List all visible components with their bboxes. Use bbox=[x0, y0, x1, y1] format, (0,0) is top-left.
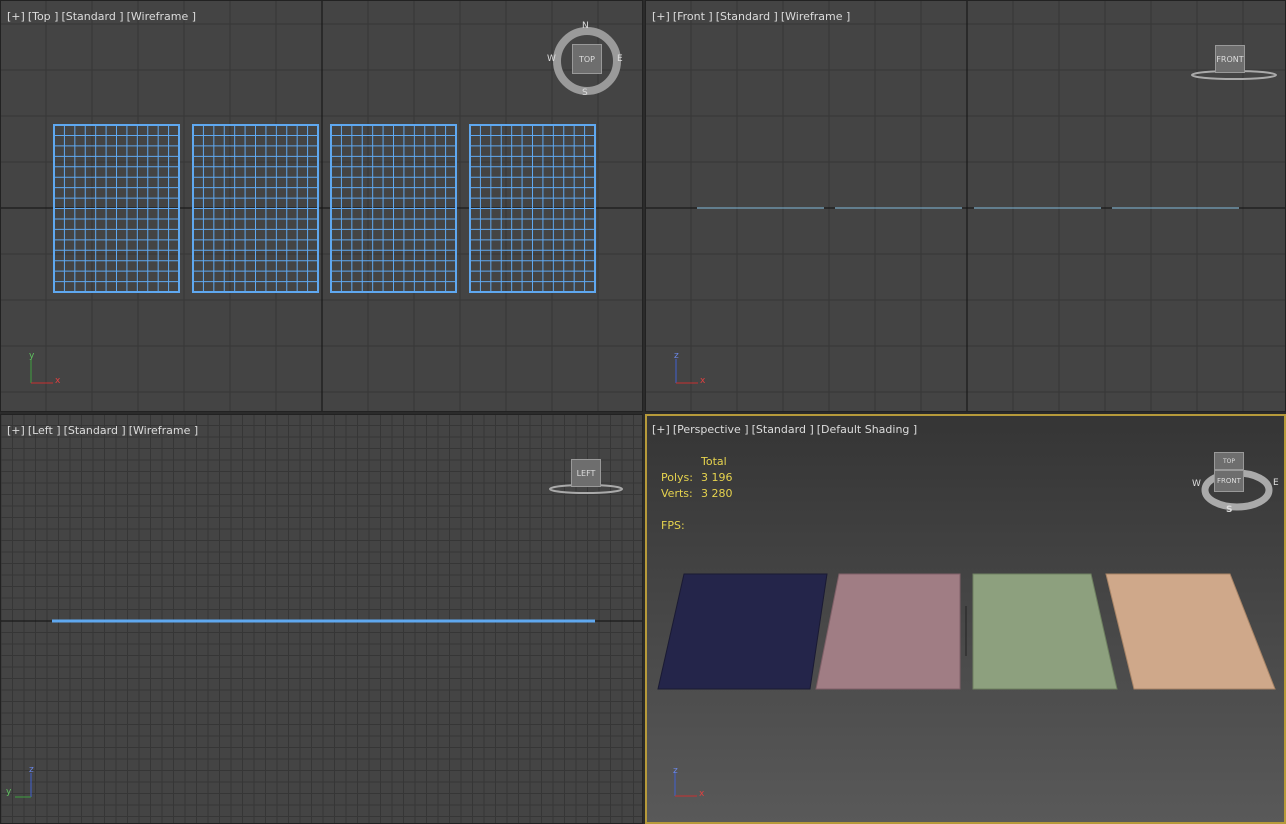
render-mode-menu[interactable]: [Standard ] bbox=[61, 10, 123, 23]
axis-z-label: z bbox=[673, 766, 678, 776]
viewport-menu-plus[interactable]: [+] bbox=[652, 10, 670, 23]
axis-y-label: y bbox=[29, 351, 35, 361]
viewport-top[interactable]: [+] [Top ] [Standard ] [Wireframe ] TOP N S… bbox=[0, 0, 643, 412]
shading-menu[interactable]: [Wireframe ] bbox=[127, 10, 196, 23]
shading-menu[interactable]: [Wireframe ] bbox=[129, 424, 198, 437]
viewport-menu-plus[interactable]: [+] bbox=[7, 10, 25, 23]
viewcube-left-face[interactable]: LEFT bbox=[571, 459, 601, 487]
axis-z-label: z bbox=[674, 351, 679, 361]
viewport-front-label[interactable]: [+] [Front ] [Standard ] [Wireframe ] bbox=[652, 10, 853, 23]
render-mode-menu[interactable]: [Standard ] bbox=[716, 10, 778, 23]
viewcube-top-face[interactable]: TOP bbox=[572, 44, 602, 74]
render-mode-menu[interactable]: [Standard ] bbox=[64, 424, 126, 437]
shading-menu[interactable]: [Wireframe ] bbox=[781, 10, 850, 23]
viewport-perspective[interactable]: [+] [Perspective ] [Standard ] [Default Sha… bbox=[645, 414, 1286, 824]
axis-x-label: x bbox=[699, 789, 705, 799]
axis-z-label: z bbox=[29, 765, 34, 775]
compass-s-label: S bbox=[1226, 505, 1233, 515]
viewport-front[interactable]: [+] [Front ] [Standard ] [Wireframe ] FRONT… bbox=[645, 0, 1286, 412]
compass-s-label: S bbox=[582, 88, 588, 98]
compass-w-label: W bbox=[547, 54, 556, 64]
view-name-menu[interactable]: [Front ] bbox=[673, 10, 713, 23]
compass-e-label: E bbox=[617, 54, 623, 64]
viewcube-front-face[interactable]: FRONT bbox=[1214, 470, 1244, 492]
viewcube-front-face[interactable]: FRONT bbox=[1215, 45, 1245, 73]
compass-n-label: N bbox=[582, 21, 589, 31]
compass-e-label: E bbox=[1273, 478, 1279, 488]
view-name-menu[interactable]: [Top ] bbox=[28, 10, 59, 23]
viewcube-top-face[interactable]: TOP bbox=[1214, 452, 1244, 470]
compass-w-label: W bbox=[1192, 479, 1201, 489]
viewport-left-label[interactable]: [+] [Left ] [Standard ] [Wireframe ] bbox=[7, 424, 201, 437]
axis-y-label: y bbox=[6, 787, 12, 797]
viewport-left[interactable]: [+] [Left ] [Standard ] [Wireframe ] LEFT z… bbox=[0, 414, 643, 824]
axis-x-label: x bbox=[55, 376, 61, 386]
view-name-menu[interactable]: [Left ] bbox=[28, 424, 61, 437]
rug-beige[interactable] bbox=[1105, 573, 1276, 690]
viewport-top-label[interactable]: [+] [Top ] [Standard ] [Wireframe ] bbox=[7, 10, 199, 23]
axis-x-label: x bbox=[700, 376, 706, 386]
viewport-menu-plus[interactable]: [+] bbox=[7, 424, 25, 437]
rug-green[interactable] bbox=[972, 573, 1118, 690]
rug-scene bbox=[657, 573, 1276, 690]
axis-tripod-icon bbox=[15, 773, 32, 798]
rug-navy[interactable] bbox=[657, 573, 828, 690]
rug-pink[interactable] bbox=[815, 573, 961, 690]
